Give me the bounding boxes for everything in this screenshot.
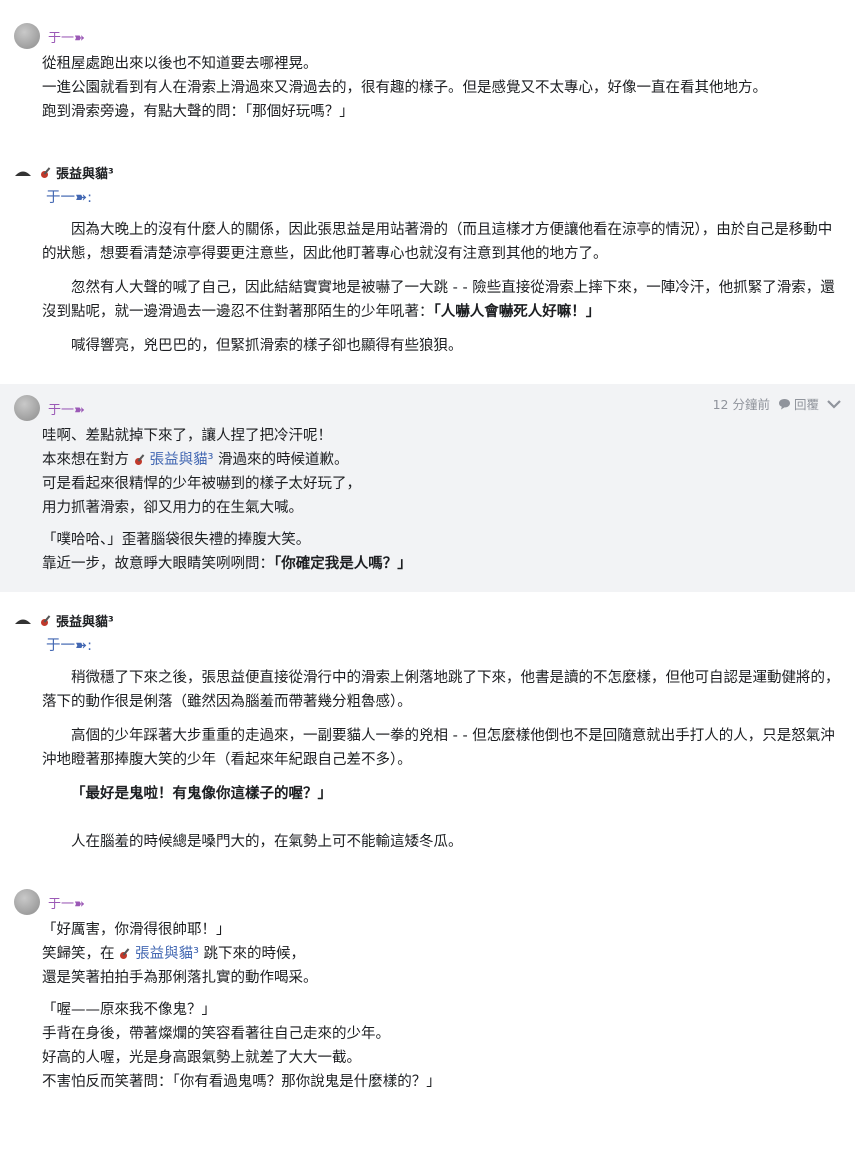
guitar-icon — [41, 615, 51, 626]
post-paragraph: 因為大晚上的沒有什麼人的關係，因此張思益是用站著滑的（而且這樣才方便讓他看在涼亭… — [42, 222, 833, 262]
reply-to[interactable]: 于一➽: — [46, 634, 841, 658]
post-paragraph: 喊得響亮，兇巴巴的，但緊抓滑索的樣子卻也顯得有些狼狽。 — [71, 338, 463, 354]
avatar[interactable] — [14, 23, 40, 49]
author-name[interactable]: 張益與貓³ — [56, 163, 114, 182]
post-line: 從租屋處跑出來以後也不知道要去哪裡晃。 — [42, 56, 318, 72]
hat-icon — [15, 171, 31, 176]
post-body: 哇啊、差點就掉下來了，讓人捏了把冷汗呢！ 本來想在對方 張益與貓³ 滑過來的時候… — [42, 424, 841, 576]
post-line: 跑到滑索旁邊，有點大聲的問：「那個好玩嗎？」 — [42, 104, 354, 120]
post-2: 張益與貓³ 于一➽: 因為大晚上的沒有什麼人的關係，因此張思益是用站著滑的（而且… — [0, 140, 855, 384]
post-body: 從租屋處跑出來以後也不知道要去哪裡晃。 一進公園就看到有人在滑索上滑過來又滑過去… — [42, 52, 841, 124]
line-text: 笑歸笑，在 — [42, 946, 120, 962]
reply-label: 回覆 — [793, 397, 819, 412]
post-paragraph: 稍微穩了下來之後，張思益便直接從滑行中的滑索上俐落地跳了下來，他書是讀的不怎麼樣… — [42, 670, 840, 710]
timestamp: 12 分鐘前 — [712, 397, 770, 412]
post-line: 一進公園就看到有人在滑索上滑過來又滑過去的，很有趣的樣子。但是感覺又不太專心，好… — [42, 80, 767, 96]
avatar[interactable] — [14, 395, 40, 421]
guitar-icon — [120, 948, 130, 959]
user-mention[interactable]: 張益與貓³ — [135, 946, 199, 962]
post-5: 于一➽ 「好厲害，你滑得很帥耶！」 笑歸笑，在 張益與貓³ 跳下來的時候， 還是… — [0, 880, 855, 1110]
post-line: 用力抓著滑索，卻又用力的在生氣大喊。 — [42, 500, 303, 516]
post-body: 「好厲害，你滑得很帥耶！」 笑歸笑，在 張益與貓³ 跳下來的時候， 還是笑著拍拍… — [42, 918, 841, 1094]
avatar[interactable] — [14, 889, 40, 915]
post-paragraph: 高個的少年踩著大步重重的走過來，一副要貓人一拳的兇相 - - 但怎麼樣他倒也不是… — [42, 728, 835, 768]
author-name[interactable]: 于一➽ — [48, 27, 85, 46]
post-header: 于一➽ — [14, 889, 841, 915]
post-line: 哇啊、差點就掉下來了，讓人捏了把冷汗呢！ — [42, 428, 332, 444]
post-line: 還是笑著拍拍手為那俐落扎實的動作喝采。 — [42, 970, 318, 986]
post-line: 好高的人喔，光是身高跟氣勢上就差了大大一截。 — [42, 1050, 361, 1066]
shout-text: 「最好是鬼啦！有鬼像你這樣子的喔？」 — [71, 786, 332, 802]
line-text: 跳下來的時候， — [198, 946, 306, 962]
post-line: 本來想在對方 張益與貓³ 滑過來的時候道歉。 — [42, 448, 841, 472]
post-line: 笑歸笑，在 張益與貓³ 跳下來的時候， — [42, 942, 841, 966]
post-line: 不害怕反而笑著問：「你有看過鬼嗎？那你說鬼是什麼樣的？」 — [42, 1074, 441, 1090]
hat-icon — [15, 619, 31, 624]
line-text: 滑過來的時候道歉。 — [213, 452, 349, 468]
chevron-down-icon[interactable] — [827, 399, 841, 409]
post-line: 「好厲害，你滑得很帥耶！」 — [42, 922, 231, 938]
post-line: 「喔——原來我不像鬼？」 — [42, 1002, 216, 1018]
post-body: 因為大晚上的沒有什麼人的關係，因此張思益是用站著滑的（而且這樣才方便讓他看在涼亭… — [42, 218, 841, 358]
author-name[interactable]: 于一➽ — [48, 893, 85, 912]
post-line: 靠近一步，故意睜大眼睛笑咧咧問：「你確定我是人嗎？」 — [42, 552, 841, 576]
post-line: 可是看起來很精悍的少年被嚇到的樣子太好玩了， — [42, 476, 361, 492]
user-mention[interactable]: 張益與貓³ — [150, 452, 214, 468]
speech-bubble-icon — [778, 398, 790, 409]
reply-to[interactable]: 于一➽: — [46, 186, 841, 210]
line-text: 靠近一步，故意睜大眼睛笑咧咧問： — [42, 556, 274, 572]
post-3: 12 分鐘前 回覆 于一➽ 哇啊、差點就掉下來了，讓人捏了把冷汗呢！ 本來想在對… — [0, 384, 855, 592]
post-4: 張益與貓³ 于一➽: 稍微穩了下來之後，張思益便直接從滑行中的滑索上俐落地跳了下… — [0, 592, 855, 880]
post-paragraph: 人在腦羞的時候總是嗓門大的，在氣勢上可不能輸這矮冬瓜。 — [71, 834, 463, 850]
post-header: 張益與貓³ — [14, 608, 841, 632]
shout-text: 「你確定我是人嗎？」 — [274, 556, 412, 572]
post-1: 于一➽ 從租屋處跑出來以後也不知道要去哪裡晃。 一進公園就看到有人在滑索上滑過來… — [0, 0, 855, 140]
author-name[interactable]: 張益與貓³ — [56, 611, 114, 630]
guitar-icon — [134, 454, 144, 465]
line-text: 本來想在對方 — [42, 452, 134, 468]
shout-text: 「人嚇人會嚇死人好嘛！」 — [433, 304, 601, 320]
post-header: 張益與貓³ — [14, 160, 841, 184]
guitar-icon — [41, 167, 51, 178]
post-line: 手背在身後，帶著燦爛的笑容看著往自己走來的少年。 — [42, 1026, 390, 1042]
reply-button[interactable]: 回覆 — [778, 394, 819, 413]
post-meta: 12 分鐘前 回覆 — [713, 394, 841, 413]
post-body: 稍微穩了下來之後，張思益便直接從滑行中的滑索上俐落地跳了下來，他書是讀的不怎麼樣… — [42, 666, 841, 854]
post-paragraph: 忽然有人大聲的喊了自己，因此結結實實地是被嚇了一大跳 - - 險些直接從滑索上摔… — [42, 276, 841, 324]
author-name[interactable]: 于一➽ — [48, 399, 85, 418]
post-header: 于一➽ — [14, 23, 841, 49]
post-line: 「噗哈哈、」歪著腦袋很失禮的捧腹大笑。 — [42, 532, 311, 548]
